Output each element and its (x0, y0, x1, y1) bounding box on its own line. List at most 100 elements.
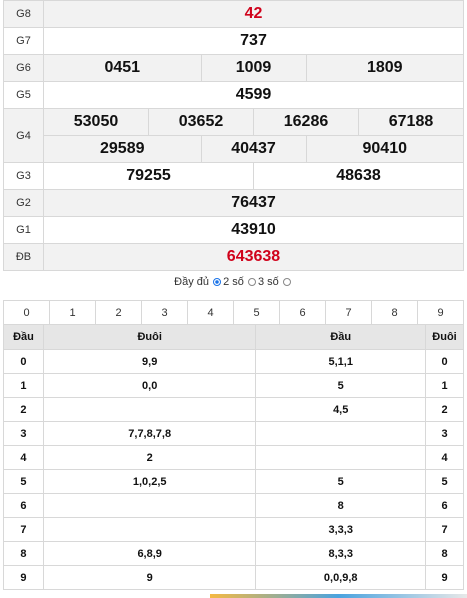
tail-digit: 3 (425, 421, 464, 446)
digit-filter[interactable]: 3 (141, 300, 188, 325)
prize-label: ĐB (3, 243, 44, 271)
prize-row-g2: G2 76437 (3, 189, 464, 217)
digit-filter[interactable]: 6 (279, 300, 326, 325)
digit-filter[interactable]: 9 (417, 300, 464, 325)
prize-value-g4: 16286 (253, 108, 359, 136)
prize-label: G3 (3, 162, 44, 190)
prize-row-g3: G3 79255 48638 (3, 162, 464, 190)
mode-two-radio[interactable] (213, 278, 222, 287)
table-row: 7 3,3,3 7 (3, 517, 464, 542)
digit-filter[interactable]: 5 (233, 300, 280, 325)
head-digit: 6 (3, 493, 44, 518)
header-duoi: Đuôi (425, 324, 464, 350)
head-list (255, 445, 427, 470)
prize-value-g4: 03652 (148, 108, 254, 136)
digit-filter[interactable]: 2 (95, 300, 142, 325)
head-digit: 2 (3, 397, 44, 422)
head-digit: 0 (3, 349, 44, 374)
head-digit: 1 (3, 373, 44, 398)
tail-digit: 1 (425, 373, 464, 398)
tail-list: 0,0 (42, 373, 257, 398)
tail-list: 7,7,8,7,8 (42, 421, 257, 446)
prize-value-g6: 1009 (200, 54, 307, 82)
table-row: 6 8 6 (3, 493, 464, 518)
header-duoi: Đuôi (42, 324, 257, 350)
prize-row-g7: G7 737 (3, 27, 464, 55)
display-mode-selector: Đầy đủ 2 số 3 số (0, 276, 467, 288)
head-list: 8,3,3 (255, 541, 427, 566)
tail-list: 2 (42, 445, 257, 470)
table-row: 5 1,0,2,5 5 5 (3, 469, 464, 494)
mode-full-label[interactable]: Đầy đủ (174, 276, 209, 288)
prize-value-g4: 53050 (43, 108, 149, 136)
mode-three-radio[interactable] (247, 278, 256, 287)
head-list: 8 (255, 493, 427, 518)
prize-value-g6: 0451 (43, 54, 202, 82)
digit-filter-row: 0 1 2 3 4 5 6 7 8 9 (3, 300, 464, 325)
head-list: 3,3,3 (255, 517, 427, 542)
prize-value-g4: 67188 (358, 108, 464, 136)
prize-value-g4: 40437 (200, 135, 307, 163)
digit-filter[interactable]: 8 (371, 300, 418, 325)
prize-label: G2 (3, 189, 44, 217)
digit-filter[interactable]: 7 (325, 300, 372, 325)
prize-row-g6: G6 0451 1009 1809 (3, 54, 464, 82)
loto-header-row: Đầu Đuôi Đầu Đuôi (3, 324, 464, 350)
mode-three-radio-extra[interactable] (282, 278, 291, 287)
tail-list (42, 493, 257, 518)
table-row: 9 9 0,0,9,8 9 (3, 565, 464, 590)
tail-list: 9,9 (42, 349, 257, 374)
tail-list: 6,8,9 (42, 541, 257, 566)
tail-list (42, 517, 257, 542)
ad-banner-edge (210, 594, 467, 598)
prize-value-g2: 76437 (43, 189, 464, 217)
tail-digit: 8 (425, 541, 464, 566)
prize-value-g6: 1809 (305, 54, 464, 82)
table-row: 2 4,5 2 (3, 397, 464, 422)
tail-list: 9 (42, 565, 257, 590)
head-digit: 7 (3, 517, 44, 542)
prize-label: G8 (3, 0, 44, 28)
mode-two-label[interactable]: 2 số (223, 276, 244, 288)
prize-row-g1: G1 43910 (3, 216, 464, 244)
prize-value-g3: 79255 (43, 162, 254, 190)
tail-digit: 5 (425, 469, 464, 494)
prize-label: G1 (3, 216, 44, 244)
prize-value-g3: 48638 (253, 162, 464, 190)
head-list: 5 (255, 373, 427, 398)
prize-value-g8: 42 (43, 0, 464, 28)
digit-filter[interactable]: 1 (49, 300, 96, 325)
prize-row-g4b: 29589 40437 90410 (4, 135, 464, 163)
head-digit: 3 (3, 421, 44, 446)
prize-label: G4 (3, 108, 44, 163)
head-list: 4,5 (255, 397, 427, 422)
tail-digit: 4 (425, 445, 464, 470)
prize-value-special: 643638 (43, 243, 464, 271)
tail-list (42, 397, 257, 422)
prize-row-g5: G5 4599 (3, 81, 464, 109)
tail-digit: 7 (425, 517, 464, 542)
table-row: 0 9,9 5,1,1 0 (3, 349, 464, 374)
mode-three-label[interactable]: 3 số (258, 276, 279, 288)
prize-label: G5 (3, 81, 44, 109)
head-list (255, 421, 427, 446)
tail-digit: 0 (425, 349, 464, 374)
prize-value-g5: 4599 (43, 81, 464, 109)
digit-filter[interactable]: 4 (187, 300, 234, 325)
prize-value-g1: 43910 (43, 216, 464, 244)
digit-filter[interactable]: 0 (3, 300, 50, 325)
prize-row-g8: G8 42 (3, 0, 464, 28)
head-digit: 8 (3, 541, 44, 566)
head-digit: 5 (3, 469, 44, 494)
tail-digit: 6 (425, 493, 464, 518)
table-row: 4 2 4 (3, 445, 464, 470)
head-list: 0,0,9,8 (255, 565, 427, 590)
head-digit: 4 (3, 445, 44, 470)
prize-label: G7 (3, 27, 44, 55)
head-list: 5 (255, 469, 427, 494)
table-row: 8 6,8,9 8,3,3 8 (3, 541, 464, 566)
loto-head-tail-table: Đầu Đuôi Đầu Đuôi 0 9,9 5,1,1 0 1 0,0 5 … (3, 324, 464, 590)
prize-value-g4: 29589 (43, 135, 202, 163)
tail-list: 1,0,2,5 (42, 469, 257, 494)
prize-value-g4: 90410 (305, 135, 464, 163)
